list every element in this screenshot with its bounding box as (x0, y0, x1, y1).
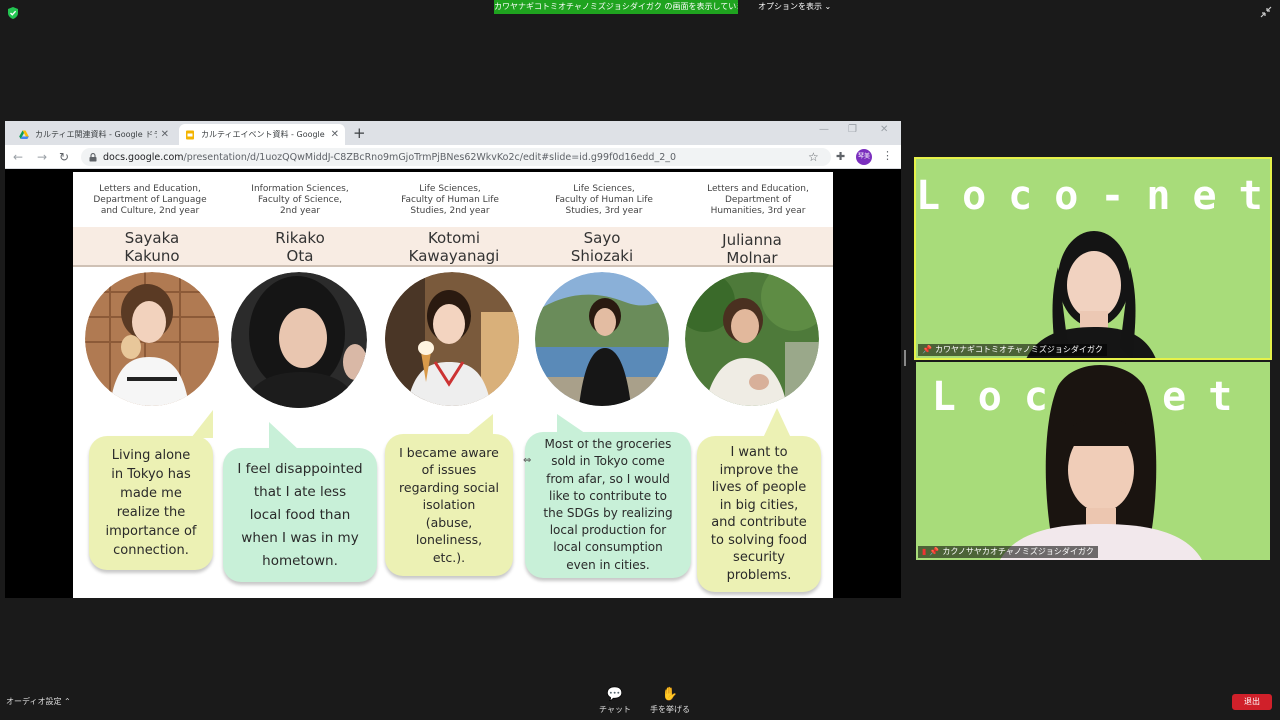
reload-icon[interactable]: ↻ (59, 149, 69, 165)
leave-meeting-button[interactable]: 退出 (1232, 694, 1272, 710)
presentation-slide: Letters and Education, Department of Lan… (73, 172, 833, 598)
department-label: Life Sciences, Faculty of Human Life Stu… (401, 184, 499, 216)
resize-cursor-icon: ⇔ (523, 455, 532, 466)
profile-photo (685, 272, 819, 406)
back-icon[interactable]: ← (13, 149, 23, 165)
quote-text: Living alone in Tokyo has made me realiz… (105, 448, 197, 558)
tab-strip: カルティエ関連資料 - Google ドライブ ✕ カルティエイベント資料 - … (5, 121, 901, 145)
department-label: Letters and Education, Department of Hum… (707, 184, 809, 216)
raise-hand-button[interactable]: ✋ 手を挙げる (640, 688, 700, 715)
participant-name-tag: 📌 カワヤナギコトミオチャノミズジョシダイガク (918, 344, 1107, 356)
person-name: Sayaka Kakuno (124, 229, 180, 265)
forward-icon[interactable]: → (37, 149, 47, 165)
url-path: /presentation/d/1uozQQwMiddJ-C8ZBcRno9mG… (183, 151, 677, 163)
tab-label: カルティエ関連資料 - Google ドライブ (35, 130, 157, 139)
department-label: Life Sciences, Faculty of Human Life Stu… (555, 184, 653, 216)
quote-text: Most of the groceries sold in Tokyo come… (543, 437, 673, 572)
person-name: Rikako Ota (275, 229, 325, 265)
browser-toolbar: ← → ↻ docs.google.com/presentation/d/1uo… (5, 145, 901, 169)
bubble-tail (557, 414, 595, 440)
security-shield-icon[interactable] (6, 6, 20, 20)
tab-google-slides[interactable]: カルティエイベント資料 - Google スライド ✕ (179, 124, 345, 145)
address-bar[interactable]: docs.google.com/presentation/d/1uozQQwMi… (81, 148, 831, 166)
close-tab-icon[interactable]: ✕ (331, 129, 339, 140)
participant-video (1000, 365, 1202, 560)
participant-name-tag: ▮ 📌 カクノサヤカオチャノミズジョシダイガク (918, 546, 1098, 558)
chat-label: チャット (599, 705, 631, 714)
new-tab-icon[interactable]: + (353, 124, 366, 142)
view-options-button[interactable]: オプションを表示 ⌄ (750, 0, 839, 14)
url-host: docs.google.com (103, 151, 184, 163)
chrome-menu-icon[interactable]: ⋮ (882, 149, 893, 162)
muted-mic-icon: ▮ (922, 547, 927, 556)
close-tab-icon[interactable]: ✕ (161, 129, 169, 140)
panel-splitter[interactable] (904, 350, 906, 366)
exit-fullscreen-icon[interactable] (1260, 6, 1272, 18)
participant-name: カクノサヤカオチャノミズジョシダイガク (942, 547, 1094, 556)
profile-photo (85, 272, 219, 406)
screen-share-banner: カワヤナギコトミオチャノミズジョシダイガク の画面を表示しています (494, 0, 738, 14)
quote-bubble: I want to improve the lives of people in… (697, 436, 821, 592)
participant-name: カワヤナギコトミオチャノミズジョシダイガク (934, 345, 1103, 354)
person-name: Julianna Molnar (722, 231, 782, 267)
shared-browser-window: カルティエ関連資料 - Google ドライブ ✕ カルティエイベント資料 - … (5, 121, 901, 598)
bookmark-star-icon[interactable]: ☆ (808, 150, 819, 164)
google-drive-icon (19, 130, 29, 139)
bubble-tail (763, 408, 791, 438)
raise-hand-label: 手を挙げる (650, 705, 690, 714)
profile-photo (385, 272, 519, 406)
chat-bubble-icon: 💬 (606, 687, 624, 702)
quote-text: I became aware of issues regarding socia… (399, 444, 499, 565)
close-window-icon[interactable]: ✕ (880, 124, 888, 135)
hand-icon: ✋ (661, 687, 679, 702)
extensions-puzzle-icon[interactable]: ✚ (836, 150, 845, 163)
department-label: Letters and Education, Department of Lan… (93, 184, 207, 216)
zoom-window: カワヤナギコトミオチャノミズジョシダイガク の画面を表示しています オプションを… (0, 0, 1280, 720)
participant-video-tile[interactable]: Loco-net 📌 カワヤナギコトミオチャノミズジョシダイガク (914, 157, 1272, 360)
bubble-tail (191, 410, 213, 438)
quote-bubble: Most of the groceries sold in Tokyo come… (525, 432, 691, 578)
department-label: Information Sciences, Faculty of Science… (251, 184, 349, 216)
person-name: Kotomi Kawayanagi (408, 229, 500, 265)
google-slides-icon (186, 130, 194, 139)
participant-video-tile[interactable]: Loco et ▮ 📌 カクノサヤカオチャノミズジョシダイガク (916, 362, 1270, 560)
pin-icon: 📌 (922, 345, 932, 354)
restore-icon[interactable]: ❐ (848, 124, 857, 135)
quote-bubble: I feel disappointed that I ate less loca… (223, 448, 377, 582)
tab-google-drive[interactable]: カルティエ関連資料 - Google ドライブ ✕ (13, 124, 175, 145)
profile-photo (535, 272, 669, 406)
quote-text: I want to improve the lives of people in… (710, 445, 808, 583)
bubble-tail (269, 422, 299, 450)
profile-avatar[interactable]: 琴美 (856, 149, 872, 165)
chat-button[interactable]: 💬 チャット (585, 688, 645, 715)
participant-video (1026, 231, 1156, 358)
bubble-tail (459, 414, 493, 442)
pin-icon: 📌 (929, 547, 940, 556)
person-name: Sayo Shiozaki (570, 229, 634, 265)
quote-bubble: Living alone in Tokyo has made me realiz… (89, 436, 213, 570)
tab-label: カルティエイベント資料 - Google スライド (201, 130, 327, 139)
loco-net-logo: Loco-net (916, 173, 1272, 219)
profile-photo (231, 272, 367, 408)
quote-text: I feel disappointed that I ate less loca… (237, 460, 363, 569)
audio-settings-button[interactable]: オーディオ設定 ⌃ (6, 696, 71, 707)
quote-bubble: I became aware of issues regarding socia… (385, 434, 513, 576)
lock-icon[interactable] (89, 152, 97, 162)
minimize-icon[interactable]: — (819, 124, 829, 135)
url-text: docs.google.com/presentation/d/1uozQQwMi… (103, 152, 676, 163)
